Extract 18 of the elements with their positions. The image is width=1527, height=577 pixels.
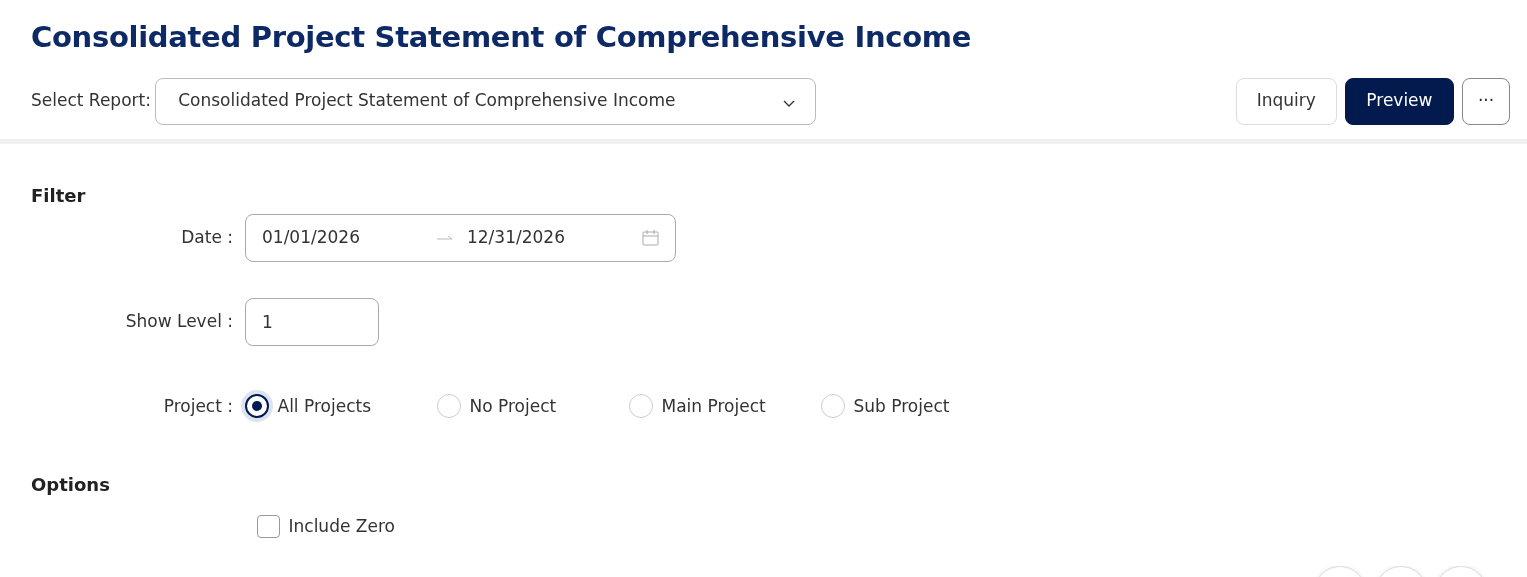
field-label: Date : bbox=[180, 225, 234, 249]
level-input[interactable]: 1 bbox=[245, 297, 379, 346]
page-title: Consolidated Project Statement of Comprehensive Income bbox=[31, 19, 973, 56]
checkbox-label[interactable]: Include Zero bbox=[288, 514, 395, 540]
field-label: Project : bbox=[162, 394, 234, 418]
preview-button[interactable]: Preview bbox=[1345, 77, 1454, 125]
radio-label[interactable]: All Projects bbox=[277, 393, 371, 419]
date-range-field[interactable]: 01/01/2026 12/31/2026 bbox=[245, 213, 676, 262]
radio-label[interactable]: Sub Project bbox=[853, 393, 950, 419]
more-button[interactable]: ··· bbox=[1462, 77, 1510, 125]
radio-label[interactable]: Main Project bbox=[661, 393, 766, 419]
section-heading: Options bbox=[31, 473, 111, 497]
field-label: Show Level : bbox=[124, 309, 234, 333]
radio-label[interactable]: No Project bbox=[469, 393, 557, 419]
report-select[interactable]: Consolidated Project Statement of Comprehensive Income bbox=[155, 77, 817, 125]
field-label: Select Report: bbox=[31, 89, 151, 113]
section-heading: Filter bbox=[31, 183, 87, 208]
inquiry-button[interactable]: Inquiry bbox=[1235, 77, 1337, 125]
